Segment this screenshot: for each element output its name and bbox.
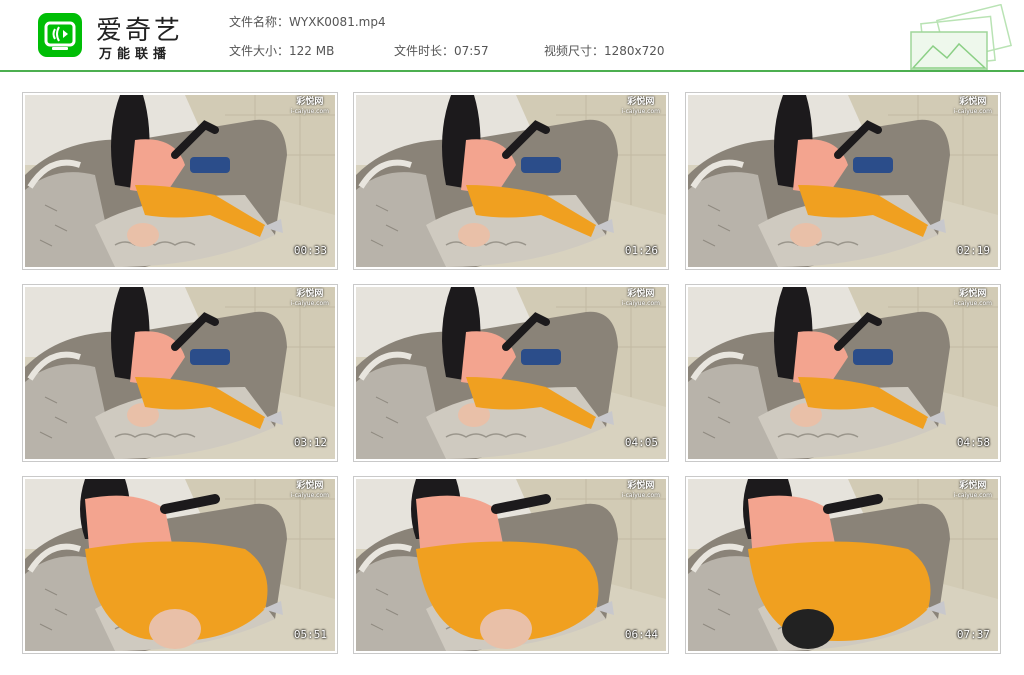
watermark-title: 彩悦网 [296,97,324,107]
scene-graphic [25,479,335,651]
watermark: 彩悦网 i-caiyue.com [954,97,992,117]
header-divider [0,70,1024,72]
video-thumbnail[interactable]: 彩悦网 i-caiyue.com 05:51 [22,476,338,654]
thumbnail-timestamp: 01:26 [624,244,658,257]
video-thumbnail[interactable]: 彩悦网 i-caiyue.com 04:58 [685,284,1001,462]
thumbnail-image: 彩悦网 i-caiyue.com 02:19 [688,95,998,267]
watermark-title: 彩悦网 [959,289,987,299]
watermark-url: i-caiyue.com [290,492,329,499]
watermark-url: i-caiyue.com [290,300,329,307]
thumbnail-image: 彩悦网 i-caiyue.com 04:58 [688,287,998,459]
thumbnail-image: 彩悦网 i-caiyue.com 06:44 [356,479,666,651]
video-dimensions: 视频尺寸：1280x720 [544,44,665,58]
watermark-url: i-caiyue.com [953,492,992,499]
thumbnail-image: 彩悦网 i-caiyue.com 04:05 [356,287,666,459]
scene-graphic [25,287,335,459]
watermark-title: 彩悦网 [627,97,655,107]
brand-name: 爱奇艺 [96,16,184,46]
scene-graphic [688,287,998,459]
scene-graphic [688,95,998,267]
header: 爱奇艺 万能联播 文件名称：WYXK0081.mp4 文件大小：122 MB 文… [0,0,1024,71]
thumbnail-timestamp: 07:37 [956,628,990,641]
thumbnail-timestamp: 03:12 [293,436,327,449]
watermark-url: i-caiyue.com [621,108,660,115]
watermark-url: i-caiyue.com [621,300,660,307]
watermark-title: 彩悦网 [296,289,324,299]
watermark-title: 彩悦网 [627,481,655,491]
thumbnail-timestamp: 00:33 [293,244,327,257]
watermark-title: 彩悦网 [959,481,987,491]
watermark: 彩悦网 i-caiyue.com [954,289,992,309]
video-thumbnail[interactable]: 彩悦网 i-caiyue.com 06:44 [353,476,669,654]
video-thumbnail[interactable]: 彩悦网 i-caiyue.com 03:12 [22,284,338,462]
thumbnail-image: 彩悦网 i-caiyue.com 05:51 [25,479,335,651]
thumbnail-timestamp: 04:05 [624,436,658,449]
watermark: 彩悦网 i-caiyue.com [622,481,660,501]
watermark-title: 彩悦网 [959,97,987,107]
scene-graphic [25,95,335,267]
watermark-title: 彩悦网 [627,289,655,299]
thumbnail-timestamp: 02:19 [956,244,990,257]
watermark: 彩悦网 i-caiyue.com [291,481,329,501]
picture-frames-icon [910,4,1013,70]
watermark-url: i-caiyue.com [953,108,992,115]
scene-graphic [356,95,666,267]
file-name: 文件名称：WYXK0081.mp4 [229,15,386,29]
thumbnail-image: 彩悦网 i-caiyue.com 00:33 [25,95,335,267]
watermark-url: i-caiyue.com [953,300,992,307]
scene-graphic [688,479,998,651]
scene-graphic [356,479,666,651]
thumbnail-timestamp: 06:44 [624,628,658,641]
video-thumbnail[interactable]: 彩悦网 i-caiyue.com 00:33 [22,92,338,270]
video-thumbnail[interactable]: 彩悦网 i-caiyue.com 02:19 [685,92,1001,270]
file-duration: 文件时长：07:57 [394,44,489,58]
watermark: 彩悦网 i-caiyue.com [291,97,329,117]
iqiyi-tv-icon [38,13,82,57]
thumbnail-image: 彩悦网 i-caiyue.com 01:26 [356,95,666,267]
watermark: 彩悦网 i-caiyue.com [954,481,992,501]
thumbnail-timestamp: 05:51 [293,628,327,641]
thumbnail-timestamp: 04:58 [956,436,990,449]
thumbnail-image: 彩悦网 i-caiyue.com 03:12 [25,287,335,459]
video-thumbnail[interactable]: 彩悦网 i-caiyue.com 01:26 [353,92,669,270]
watermark: 彩悦网 i-caiyue.com [622,289,660,309]
video-thumbnail[interactable]: 彩悦网 i-caiyue.com 04:05 [353,284,669,462]
thumbnail-image: 彩悦网 i-caiyue.com 07:37 [688,479,998,651]
watermark-url: i-caiyue.com [290,108,329,115]
watermark: 彩悦网 i-caiyue.com [291,289,329,309]
watermark-url: i-caiyue.com [621,492,660,499]
file-size: 文件大小：122 MB [229,44,335,58]
video-thumbnail[interactable]: 彩悦网 i-caiyue.com 07:37 [685,476,1001,654]
watermark-title: 彩悦网 [296,481,324,491]
brand-subtitle: 万能联播 [99,47,172,62]
scene-graphic [356,287,666,459]
watermark: 彩悦网 i-caiyue.com [622,97,660,117]
